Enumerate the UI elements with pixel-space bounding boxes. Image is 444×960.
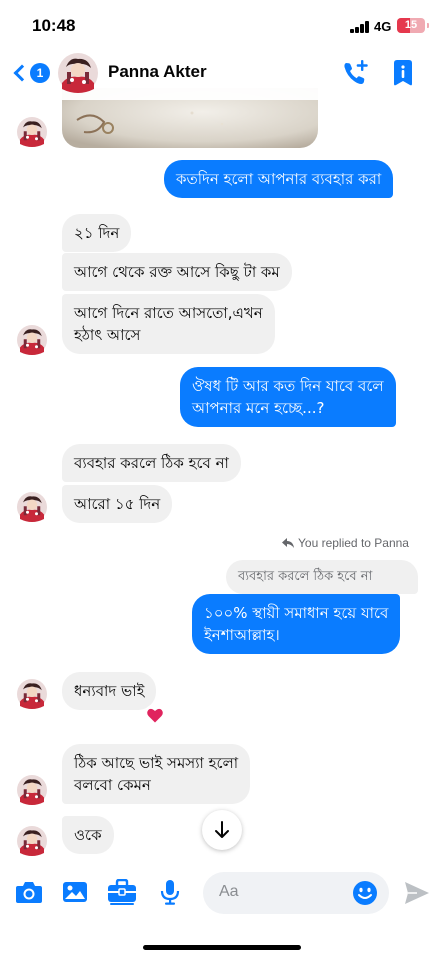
message-line: আপনার মনে হচ্ছে...? — [192, 399, 325, 417]
battery-level: 15 — [404, 19, 418, 31]
scroll-to-bottom-button[interactable] — [202, 810, 242, 850]
back-chevron-icon — [13, 64, 31, 82]
avatar[interactable] — [17, 826, 47, 856]
sent-message[interactable]: কতদিন হলো আপনার ব্যবহার করা — [164, 160, 394, 198]
network-type: 4G — [374, 19, 392, 34]
received-message[interactable]: ২১ দিন — [62, 214, 132, 252]
avatar[interactable] — [17, 117, 47, 147]
camera-button[interactable] — [14, 878, 44, 906]
home-indicator — [143, 945, 301, 950]
contact-name[interactable]: Panna Akter — [108, 62, 207, 82]
info-icon[interactable] — [390, 58, 416, 88]
camera-icon — [16, 882, 42, 903]
received-message[interactable]: ঠিক আছে ভাই সমস্যা হলো বলবো কেমন — [62, 744, 251, 804]
reply-label: You replied to Panna — [282, 536, 409, 550]
avatar[interactable] — [17, 679, 47, 709]
avatar[interactable] — [17, 775, 47, 805]
message-line: বলবো কেমন — [74, 776, 151, 794]
arrow-down-icon — [215, 821, 229, 838]
message-input-placeholder: Aa — [219, 883, 239, 900]
avatar[interactable] — [17, 492, 47, 522]
received-message[interactable]: ধন্যবাদ ভাই — [62, 672, 157, 710]
reply-arrow-icon — [282, 538, 294, 548]
heart-reaction[interactable] — [144, 704, 166, 726]
battery-icon: 15 — [397, 18, 425, 33]
received-message[interactable]: ব্যবহার করলে ঠিক হবে না — [62, 444, 241, 482]
send-icon[interactable] — [403, 880, 431, 906]
signal-icon — [350, 21, 370, 33]
message-line: আগে দিনে রাতে আসতো,এখন — [74, 304, 263, 322]
briefcase-button[interactable] — [107, 878, 137, 906]
reply-label-text: You replied to Panna — [298, 536, 409, 550]
microphone-button[interactable] — [155, 878, 185, 906]
chat-header: 1 Panna Akter — [0, 50, 444, 100]
emoji-icon[interactable] — [352, 880, 378, 906]
avatar[interactable] — [58, 53, 98, 93]
quoted-message[interactable]: ব্যবহার করলে ঠিক হবে না — [226, 560, 418, 594]
message-line: ঠিক আছে ভাই সমস্যা হলো — [74, 754, 239, 772]
microphone-icon — [160, 880, 180, 905]
received-message[interactable]: আরো ১৫ দিন — [62, 485, 173, 523]
heart-icon — [147, 708, 163, 722]
received-message[interactable]: আগে দিনে রাতে আসতো,এখন হঠাৎ আসে — [62, 294, 275, 354]
sent-message[interactable]: ১০০% স্থায়ী সমাধান হয়ে যাবে ইনশাআল্লাহ… — [192, 594, 401, 654]
received-message[interactable]: আগে থেকে রক্ত আসে কিছু টা কম — [62, 253, 292, 291]
received-message[interactable]: ওকে — [62, 816, 114, 854]
gallery-button[interactable] — [60, 878, 90, 906]
sent-message[interactable]: ঔষধ টি আর কত দিন যাবে বলে আপনার মনে হচ্ছ… — [180, 367, 396, 427]
avatar[interactable] — [17, 325, 47, 355]
gallery-icon — [63, 882, 87, 902]
message-line: ঔষধ টি আর কত দিন যাবে বলে — [192, 377, 384, 395]
add-call-icon[interactable] — [340, 58, 370, 88]
briefcase-icon — [108, 879, 136, 905]
message-line: ইনশাআল্লাহ। — [204, 626, 280, 644]
unread-count-badge: 1 — [30, 63, 50, 83]
message-line: ১০০% স্থায়ী সমাধান হয়ে যাবে — [204, 604, 389, 622]
message-line: হঠাৎ আসে — [74, 326, 141, 344]
status-time: 10:48 — [32, 16, 76, 35]
back-button[interactable]: 1 — [10, 58, 50, 88]
status-bar: 10:48 4G 15 — [0, 0, 444, 50]
